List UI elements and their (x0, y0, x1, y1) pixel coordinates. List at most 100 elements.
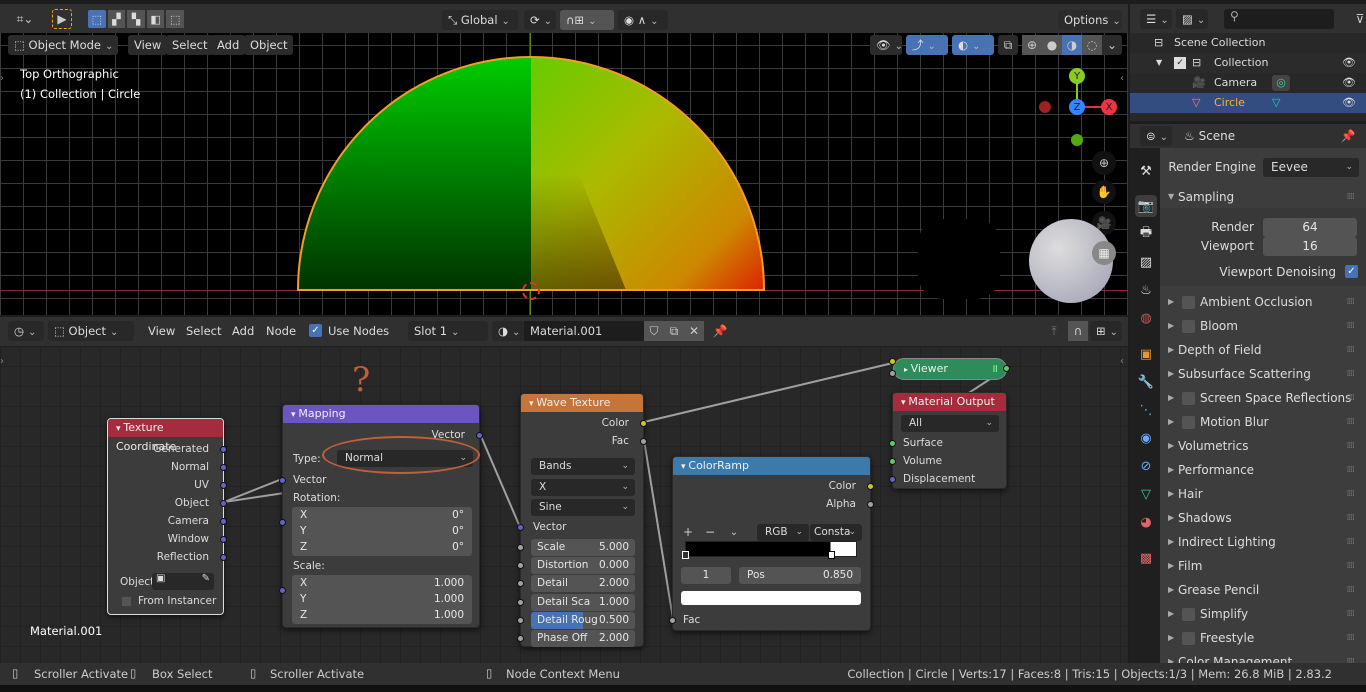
particles-tab-icon[interactable]: ⋱ (1135, 399, 1157, 421)
constraints-tab-icon[interactable]: ⊘ (1135, 455, 1157, 477)
panel-grip-icon[interactable]: ⁞⁞⁞⁞ (1347, 435, 1356, 457)
panel-grip-icon[interactable]: ⁞⁞⁞⁞ (1347, 186, 1356, 208)
gizmo-y-axis[interactable]: Y (1069, 68, 1085, 84)
gizmo-x-axis[interactable]: X (1101, 99, 1117, 115)
xray-toggle-icon[interactable]: ⧉ (998, 35, 1018, 55)
viewport-menu-object[interactable]: Object (244, 35, 294, 55)
pin-icon[interactable]: 📌 (710, 321, 730, 341)
socket-ramp-alpha[interactable] (867, 501, 874, 508)
viewport-denoising-checkbox[interactable]: ✓ (1345, 265, 1358, 278)
panel-grip-icon[interactable]: ⁞⁞⁞⁞ (1347, 339, 1356, 361)
rendered-shading-icon[interactable]: ◌ (1082, 35, 1102, 55)
node-snap-element-dropdown[interactable]: ⊞ (1090, 321, 1122, 341)
viewer-node[interactable]: ▸ Viewer ॥ (893, 358, 1007, 380)
texture-tab-icon[interactable]: ▩ (1135, 547, 1157, 569)
slot-dropdown[interactable]: Slot 1 (408, 321, 488, 341)
select-invert-icon[interactable]: ◧ (146, 10, 165, 28)
3d-viewport[interactable]: ⬚ Object Mode View Select Add Object Top… (0, 33, 1128, 315)
outliner-filter-icon[interactable]: ⊽ (1354, 9, 1366, 29)
camera-data-icon[interactable]: ◎ (1272, 75, 1290, 91)
panel-ambient-occlusion[interactable]: ▶ Ambient Occlusion ⁞⁞⁞⁞ (1160, 291, 1366, 313)
region-toggle-left[interactable]: › (0, 73, 4, 84)
panel-grip-icon[interactable]: ⁞⁞⁞⁞ (1347, 387, 1356, 409)
socket-wave-detail-roug[interactable] (517, 616, 524, 624)
wave-direction-dropdown[interactable]: X (531, 479, 635, 496)
gizmo-neg-x[interactable] (1039, 101, 1051, 113)
wave-field-detail-sca[interactable]: Detail Sca 1.000 (531, 593, 635, 611)
output-tab-icon[interactable]: 🖶 (1135, 223, 1157, 245)
material-output-node[interactable]: Material Output All Surface Volume Displ… (889, 392, 1007, 489)
scene-tab-icon[interactable]: ♨ (1135, 279, 1157, 301)
node-menu-node[interactable]: Node (260, 321, 302, 341)
node-snap-icon[interactable]: ∩ (1068, 321, 1088, 341)
modifier-tab-icon[interactable]: 🔧 (1135, 371, 1157, 393)
object-mode-dropdown[interactable]: ⬚ Object Mode (8, 35, 118, 55)
panel-grease-pencil[interactable]: ▶ Grease Pencil ⁞⁞⁞⁞ (1160, 579, 1366, 601)
panel-screen-space-reflections[interactable]: ▶ Screen Space Reflections ⁞⁞⁞⁞ (1160, 387, 1366, 409)
remove-stop-icon[interactable]: − (703, 525, 717, 539)
select-subtract-icon[interactable]: ▚ (127, 10, 145, 28)
panel-grip-icon[interactable]: ⁞⁞⁞⁞ (1347, 483, 1356, 505)
wave-field-distortion[interactable]: Distortion 0.000 (531, 557, 635, 575)
fake-user-icon[interactable]: ⛉ (644, 321, 664, 341)
panel-enable-checkbox[interactable] (1182, 632, 1195, 645)
socket-normal[interactable] (220, 464, 227, 471)
view-layer-tab-icon[interactable]: ▨ (1135, 251, 1157, 273)
socket-object[interactable] (220, 500, 227, 507)
material-tab-icon[interactable]: ◕ (1135, 511, 1157, 533)
select-extend-icon[interactable]: ▞ (107, 10, 126, 28)
from-instancer-checkbox[interactable] (122, 597, 131, 606)
node-menu-view[interactable]: View (142, 321, 181, 341)
3d-cursor[interactable] (522, 282, 540, 300)
panel-volumetrics[interactable]: ▶ Volumetrics ⁞⁞⁞⁞ (1160, 435, 1366, 457)
panel-enable-checkbox[interactable] (1182, 416, 1195, 429)
duplicate-material-icon[interactable]: ⧉ (664, 321, 684, 341)
tool-tab-icon[interactable]: ⚒ (1135, 160, 1157, 182)
panel-indirect-lighting[interactable]: ▶ Indirect Lighting ⁞⁞⁞⁞ (1160, 531, 1366, 553)
options-dropdown[interactable]: Options (1058, 10, 1122, 30)
mesh-data-icon[interactable]: ▽ (1272, 93, 1280, 113)
world-tab-icon[interactable]: ◍ (1135, 307, 1157, 329)
ramp-stop-1[interactable] (828, 551, 835, 559)
socket-window[interactable] (220, 536, 227, 543)
socket-wave-color[interactable] (640, 420, 647, 427)
panel-grip-icon[interactable]: ⁞⁞⁞⁞ (1347, 531, 1356, 553)
material-browse-dropdown[interactable]: ◑ (492, 321, 524, 341)
ramp-color-mode-dropdown[interactable]: RGB (757, 524, 809, 541)
parent-node-tree-icon[interactable]: ⤒ (1044, 321, 1064, 341)
panel-depth-of-field[interactable]: ▶ Depth of Field ⁞⁞⁞⁞ (1160, 339, 1366, 361)
zoom-icon[interactable]: ⊕ (1092, 151, 1116, 175)
object-picker-field[interactable]: ▣ ✎ (152, 573, 214, 590)
panel-enable-checkbox[interactable] (1182, 608, 1195, 621)
scale-z-field[interactable]: Z 1.000 (292, 607, 472, 624)
gizmo-z-axis[interactable]: Z (1069, 99, 1085, 115)
socket-rotation[interactable] (279, 519, 286, 526)
panel-grip-icon[interactable]: ⁞⁞⁞⁞ (1347, 507, 1356, 529)
rotation-z-field[interactable]: Z 0° (292, 539, 472, 556)
add-stop-icon[interactable]: + (681, 525, 695, 539)
node-editor-type-dropdown[interactable]: ◷ (8, 321, 44, 341)
ramp-stop-index-field[interactable]: 1 (681, 567, 731, 584)
editor-type-icon[interactable]: ⌗⌄ (10, 9, 40, 29)
panel-simplify[interactable]: ▶ Simplify ⁞⁞⁞⁞ (1160, 603, 1366, 625)
object-tab-icon[interactable]: ▣ (1135, 343, 1157, 365)
shader-type-dropdown[interactable]: ⬚ Object (48, 321, 134, 341)
socket-viewer-out[interactable] (1003, 365, 1010, 372)
visibility-eye-icon[interactable]: 👁 (1342, 73, 1356, 93)
ortho-grid-icon[interactable]: ▦ (1092, 241, 1116, 265)
node-region-toggle-left[interactable]: › (0, 356, 4, 367)
scene-collection-row[interactable]: ⊟ Scene Collection (1130, 33, 1366, 53)
socket-wave-detail-sca[interactable] (517, 598, 524, 606)
ramp-menu-icon[interactable]: ⌄ (727, 525, 741, 539)
select-tool-icon[interactable]: ▶ (52, 9, 72, 29)
eyedropper-icon[interactable]: ✎ (202, 573, 210, 584)
use-nodes-checkbox[interactable]: ✓ (309, 324, 322, 337)
properties-pin-icon[interactable]: 📌 (1340, 128, 1356, 144)
panel-grip-icon[interactable]: ⁞⁞⁞⁞ (1347, 555, 1356, 577)
ramp-interpolation-dropdown[interactable]: Consta (810, 524, 862, 541)
panel-grip-icon[interactable]: ⁞⁞⁞⁞ (1347, 579, 1356, 601)
wave-field-phase-off[interactable]: Phase Off 2.000 (531, 630, 635, 647)
outliner-row-camera[interactable]: 🎥 Camera ◎ 👁 (1130, 73, 1366, 93)
socket-ramp-fac[interactable] (669, 617, 676, 624)
visibility-dropdown[interactable]: 👁 (870, 35, 902, 55)
